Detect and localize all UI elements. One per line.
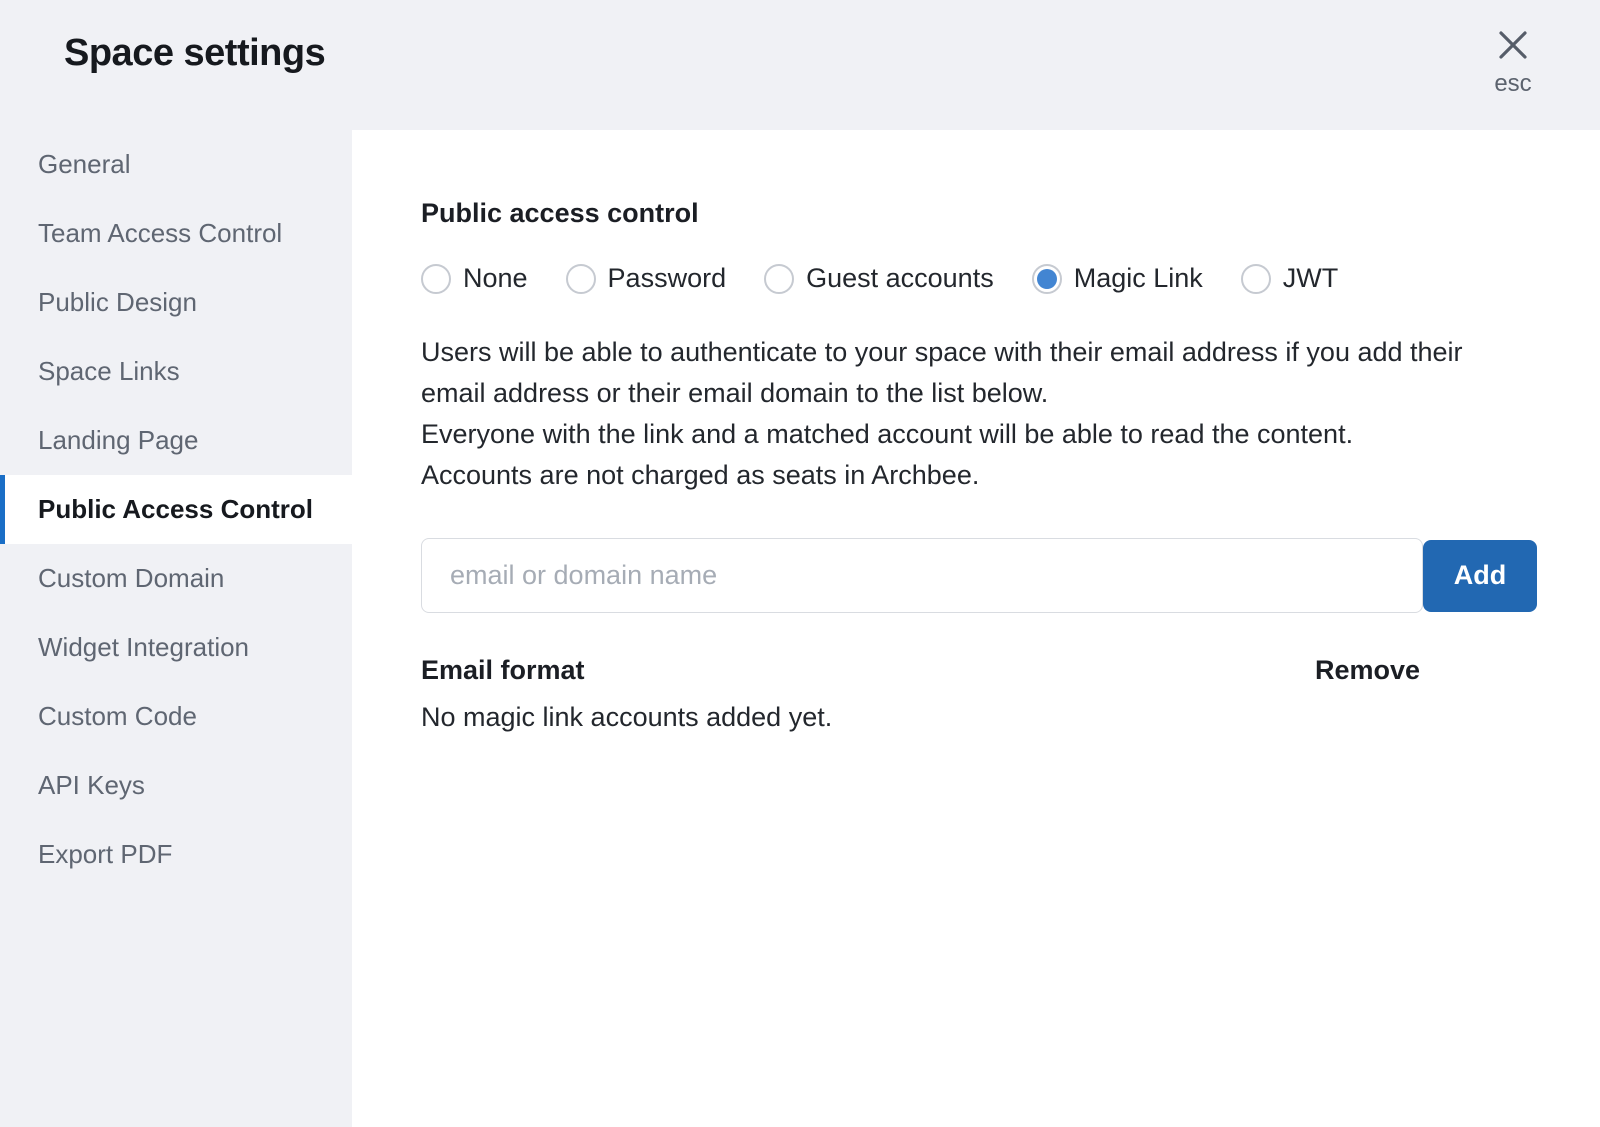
email-or-domain-input[interactable] bbox=[421, 538, 1423, 613]
sidebar-item-widget-integration[interactable]: Widget Integration bbox=[0, 613, 352, 682]
close-button[interactable]: esc bbox=[1477, 28, 1549, 98]
email-format-column-header: Email format bbox=[421, 655, 585, 686]
empty-accounts-message: No magic link accounts added yet. bbox=[421, 702, 1600, 733]
access-mode-radio-group: None Password Guest accounts Magic Link … bbox=[421, 263, 1600, 294]
sidebar-item-export-pdf[interactable]: Export PDF bbox=[0, 820, 352, 889]
add-account-form: Add bbox=[421, 538, 1537, 613]
radio-circle-icon[interactable] bbox=[764, 264, 794, 294]
esc-label: esc bbox=[1494, 70, 1531, 98]
radio-label: Guest accounts bbox=[806, 263, 994, 294]
sidebar-item-public-design[interactable]: Public Design bbox=[0, 268, 352, 337]
magic-link-description: Users will be able to authenticate to yo… bbox=[421, 332, 1487, 496]
description-line: Accounts are not charged as seats in Arc… bbox=[421, 455, 1487, 496]
public-access-control-panel: Public access control None Password Gues… bbox=[352, 130, 1600, 1127]
radio-option-jwt[interactable]: JWT bbox=[1241, 263, 1338, 294]
accounts-table-header: Email format Remove bbox=[421, 655, 1420, 686]
add-button[interactable]: Add bbox=[1423, 540, 1537, 612]
sidebar-item-team-access-control[interactable]: Team Access Control bbox=[0, 199, 352, 268]
radio-circle-icon[interactable] bbox=[1241, 264, 1271, 294]
radio-label: None bbox=[463, 263, 528, 294]
page-title: Space settings bbox=[64, 32, 325, 75]
description-line: Everyone with the link and a matched acc… bbox=[421, 414, 1487, 455]
section-heading: Public access control bbox=[421, 198, 1600, 229]
sidebar-item-public-access-control[interactable]: Public Access Control bbox=[0, 475, 352, 544]
remove-column-header: Remove bbox=[1315, 655, 1420, 686]
radio-circle-icon[interactable] bbox=[421, 264, 451, 294]
sidebar-item-landing-page[interactable]: Landing Page bbox=[0, 406, 352, 475]
radio-label: Password bbox=[608, 263, 727, 294]
radio-circle-selected-icon[interactable] bbox=[1032, 264, 1062, 294]
sidebar-item-custom-code[interactable]: Custom Code bbox=[0, 682, 352, 751]
radio-option-magic-link[interactable]: Magic Link bbox=[1032, 263, 1203, 294]
sidebar-item-space-links[interactable]: Space Links bbox=[0, 337, 352, 406]
radio-circle-icon[interactable] bbox=[566, 264, 596, 294]
radio-label: Magic Link bbox=[1074, 263, 1203, 294]
sidebar-item-general[interactable]: General bbox=[0, 130, 352, 199]
radio-option-guest-accounts[interactable]: Guest accounts bbox=[764, 263, 994, 294]
settings-sidebar: General Team Access Control Public Desig… bbox=[0, 130, 352, 1127]
sidebar-item-api-keys[interactable]: API Keys bbox=[0, 751, 352, 820]
close-icon[interactable] bbox=[1496, 28, 1530, 62]
radio-option-none[interactable]: None bbox=[421, 263, 528, 294]
sidebar-item-custom-domain[interactable]: Custom Domain bbox=[0, 544, 352, 613]
description-line: Users will be able to authenticate to yo… bbox=[421, 332, 1487, 414]
radio-label: JWT bbox=[1283, 263, 1338, 294]
radio-option-password[interactable]: Password bbox=[566, 263, 727, 294]
